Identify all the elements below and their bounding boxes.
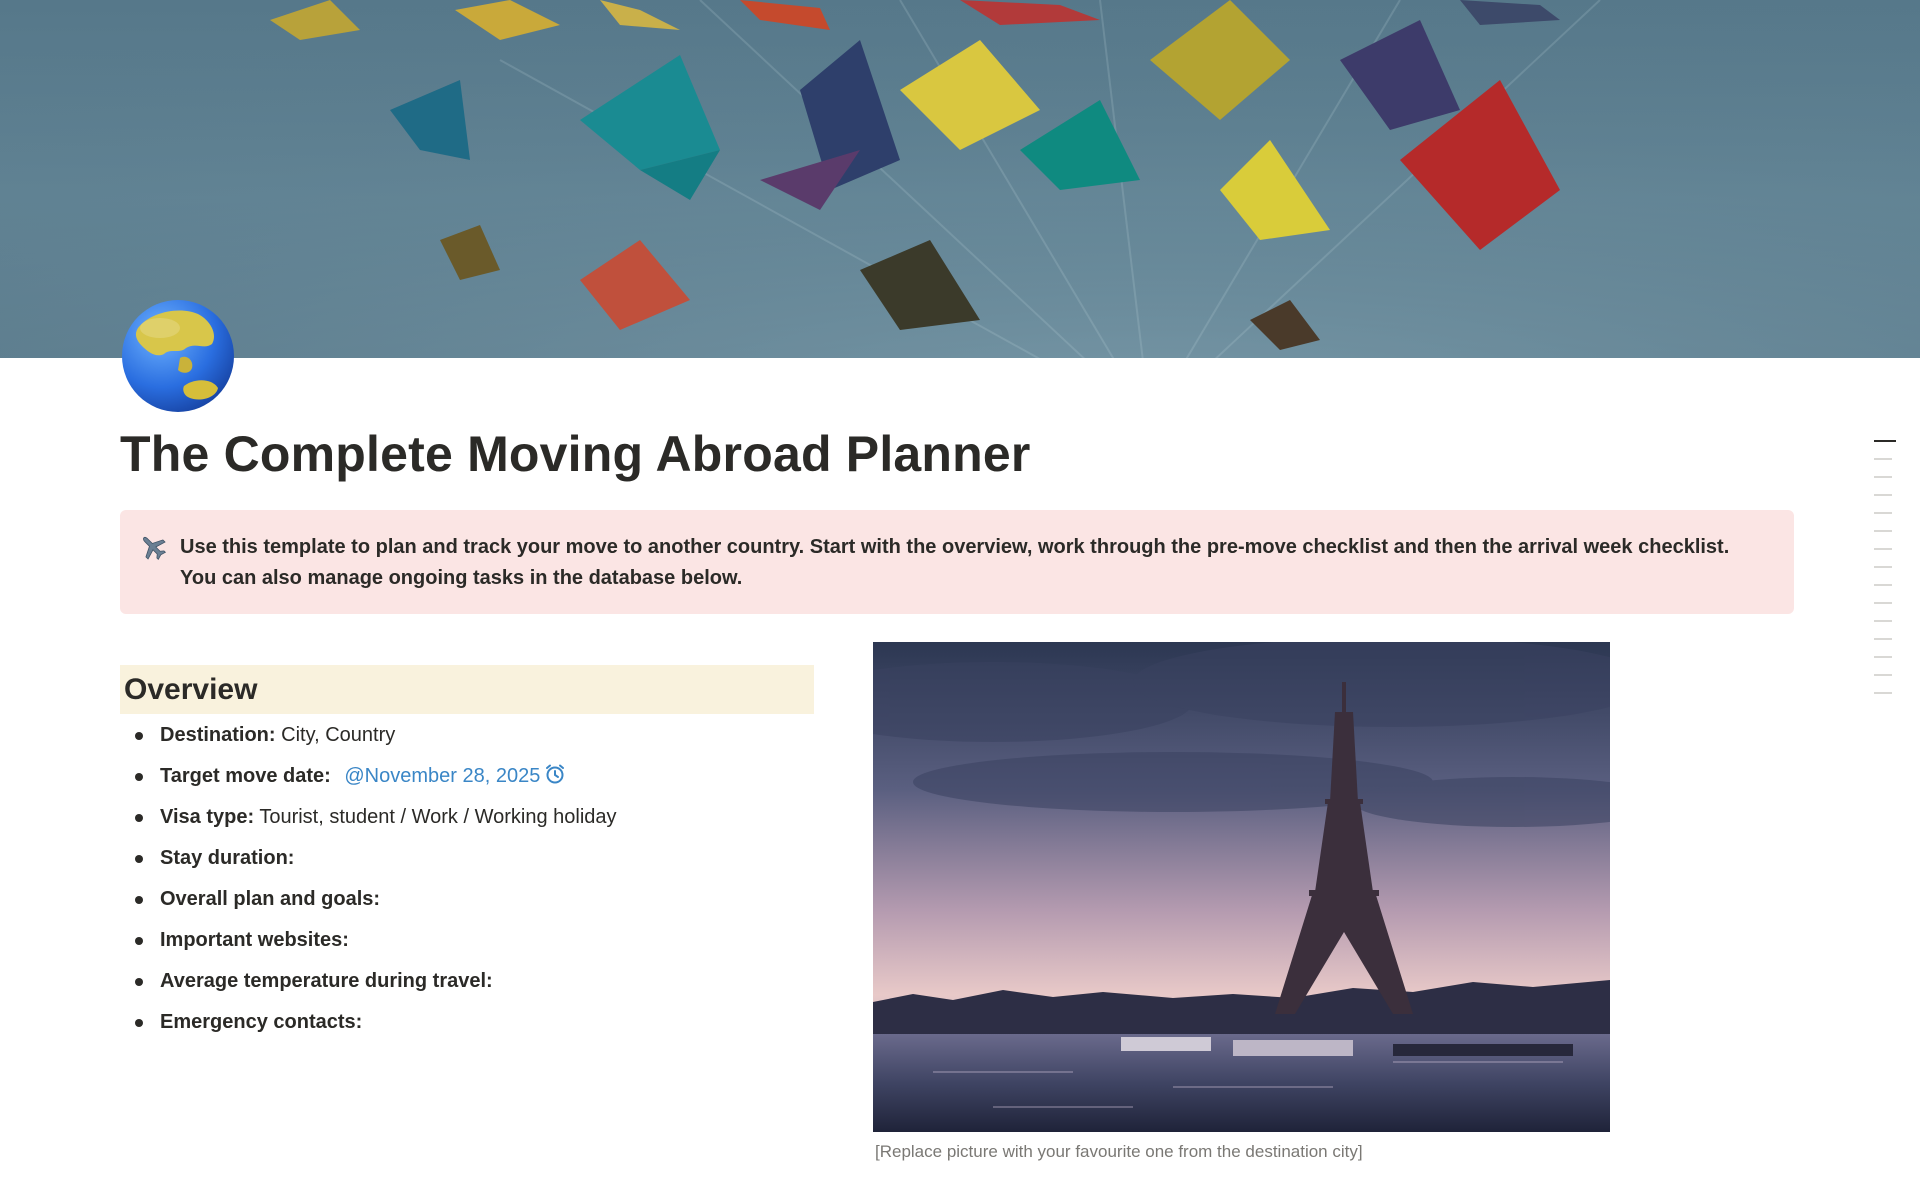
bullet-dot xyxy=(135,1019,143,1027)
toc-entry[interactable] xyxy=(1874,530,1892,532)
toc-entry[interactable] xyxy=(1874,440,1896,442)
item-label: Stay duration: xyxy=(160,847,295,869)
list-item-target-move-date[interactable]: Target move date: @November 28, 2025 xyxy=(126,756,806,797)
item-value: Tourist, student / Work / Working holida… xyxy=(259,806,617,828)
bullet-dot xyxy=(135,814,143,822)
toc-entry[interactable] xyxy=(1874,494,1892,496)
list-item-destination[interactable]: Destination: City, Country xyxy=(126,715,806,756)
toc-entry[interactable] xyxy=(1874,512,1892,514)
intro-callout[interactable]: Use this template to plan and track your… xyxy=(120,510,1794,614)
toc-entry[interactable] xyxy=(1874,584,1892,586)
page-title[interactable]: The Complete Moving Abroad Planner xyxy=(120,418,1720,490)
notion-page: The Complete Moving Abroad Planner Use t… xyxy=(0,0,1920,1199)
toc-entry[interactable] xyxy=(1874,638,1892,640)
destination-photo[interactable] xyxy=(873,642,1610,1132)
item-label: Emergency contacts: xyxy=(160,1011,363,1033)
eiffel-tower-illustration xyxy=(873,642,1610,1132)
item-label: Destination: xyxy=(160,724,276,746)
toc-entry[interactable] xyxy=(1874,458,1892,460)
list-item-overall-plan[interactable]: Overall plan and goals: xyxy=(126,879,806,920)
item-label: Overall plan and goals: xyxy=(160,888,381,910)
list-item-visa-type[interactable]: Visa type: Tourist, student / Work / Wor… xyxy=(126,797,806,838)
toc-entry[interactable] xyxy=(1874,548,1892,550)
toc-entry[interactable] xyxy=(1874,674,1892,676)
bullet-dot xyxy=(135,896,143,904)
origami-cranes-illustration xyxy=(0,0,1920,358)
alarm-clock-icon[interactable] xyxy=(544,759,566,800)
globe-asia-australia-icon[interactable] xyxy=(120,298,236,414)
item-label: Average temperature during travel: xyxy=(160,970,493,992)
overview-list: Destination: City, Country Target move d… xyxy=(126,715,806,1043)
overview-heading[interactable]: Overview xyxy=(120,665,814,714)
bullet-dot xyxy=(135,732,143,740)
cover-image[interactable] xyxy=(0,0,1920,358)
list-item-average-temperature[interactable]: Average temperature during travel: xyxy=(126,961,806,1002)
toc-entry[interactable] xyxy=(1874,476,1892,478)
list-item-emergency-contacts[interactable]: Emergency contacts: xyxy=(126,1002,806,1043)
toc-entry[interactable] xyxy=(1874,692,1892,694)
callout-text[interactable]: Use this template to plan and track your… xyxy=(180,532,1770,594)
date-mention-link[interactable]: @November 28, 2025 xyxy=(344,765,540,787)
toc-entry[interactable] xyxy=(1874,566,1892,568)
toc-entry[interactable] xyxy=(1874,620,1892,622)
list-item-important-websites[interactable]: Important websites: xyxy=(126,920,806,961)
toc-entry[interactable] xyxy=(1874,602,1892,604)
bullet-dot xyxy=(135,978,143,986)
toc-entry[interactable] xyxy=(1874,656,1892,658)
item-label: Visa type: xyxy=(160,806,255,828)
bullet-dot xyxy=(135,937,143,945)
bullet-dot xyxy=(135,855,143,863)
item-label: Target move date: xyxy=(160,765,331,787)
item-label: Important websites: xyxy=(160,929,349,951)
image-caption[interactable]: [Replace picture with your favourite one… xyxy=(875,1140,1615,1164)
airplane-icon[interactable] xyxy=(138,532,168,562)
list-item-stay-duration[interactable]: Stay duration: xyxy=(126,838,806,879)
bullet-dot xyxy=(135,773,143,781)
item-value: City, Country xyxy=(281,724,396,746)
